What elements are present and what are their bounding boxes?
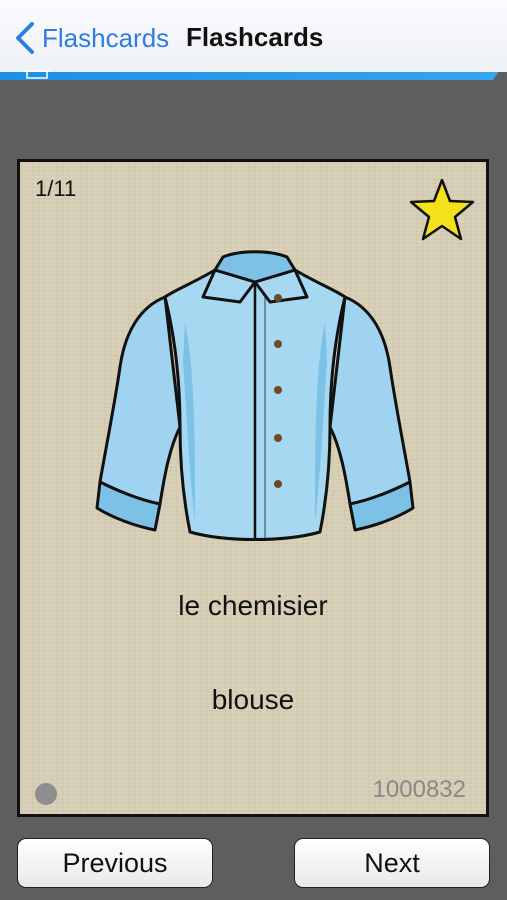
card-id: 1000832 [372,776,466,803]
word-english: blouse [211,684,295,715]
word-french: le chemisier [178,590,328,621]
page-title: Flashcards [186,22,324,52]
status-dot [35,783,57,805]
next-button[interactable]: Next [294,838,490,888]
star-icon[interactable] [409,178,475,242]
header-accent-strip [0,72,507,80]
back-button[interactable]: Flashcards [12,18,169,58]
cart-icon [24,70,50,79]
previous-button[interactable]: Previous [17,838,213,888]
flashcard[interactable]: 1/11 le chemisier blouse 1000832 [17,159,489,817]
navigation-bar: Flashcards Flashcards [0,0,507,73]
back-button-label: Flashcards [42,22,170,53]
chevron-left-icon [16,22,34,54]
card-counter: 1/11 [35,176,77,201]
shirt-illustration [95,250,415,541]
